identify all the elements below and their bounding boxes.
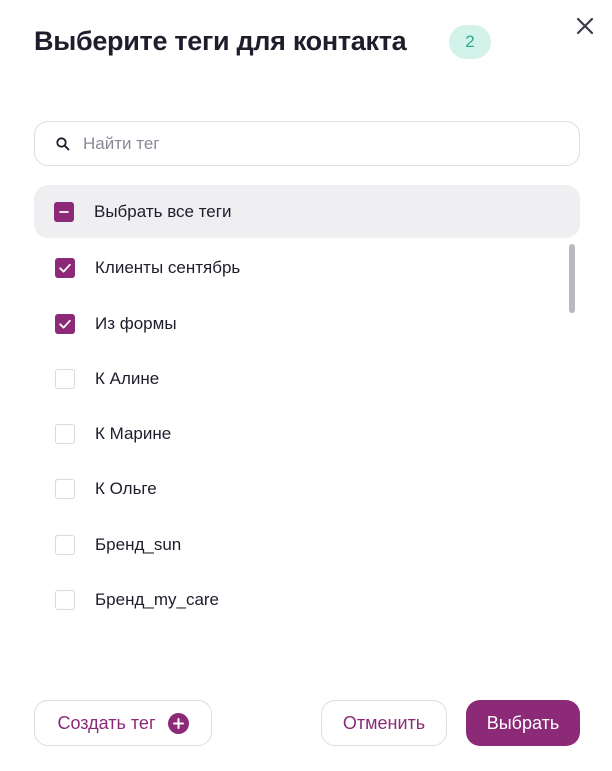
create-tag-button[interactable]: Создать тег: [34, 700, 212, 746]
tag-label: К Алине: [95, 369, 160, 388]
tag-checkbox[interactable]: [55, 479, 75, 499]
close-button[interactable]: [573, 14, 597, 38]
modal-title: Выберите теги для контакта: [34, 26, 407, 56]
tag-item[interactable]: Из формы: [55, 309, 177, 339]
tag-item[interactable]: К Ольге: [55, 474, 157, 504]
search-input[interactable]: [83, 133, 579, 154]
tag-checkbox[interactable]: [55, 369, 75, 389]
tag-list: Клиенты сентябрь Из формы К Алине К Мари…: [0, 240, 612, 640]
tag-label: Из формы: [95, 314, 177, 333]
create-tag-label: Создать тег: [57, 712, 156, 733]
close-icon[interactable]: [573, 14, 597, 38]
minus-icon: [59, 210, 69, 213]
tag-list-scrollbar[interactable]: [569, 244, 575, 313]
select-all-row[interactable]: Выбрать все теги: [34, 185, 580, 238]
tag-item[interactable]: Бренд_my_care: [55, 585, 219, 615]
tag-checkbox[interactable]: [55, 314, 75, 334]
tag-label: К Марине: [95, 424, 172, 443]
submit-button[interactable]: Выбрать: [466, 700, 580, 746]
cancel-button[interactable]: Отменить: [321, 700, 447, 746]
tag-label: К Ольге: [95, 479, 157, 498]
tag-item[interactable]: Клиенты сентябрь: [55, 253, 240, 283]
select-all-checkbox[interactable]: [54, 201, 74, 222]
check-icon: [59, 263, 71, 273]
search-field[interactable]: [34, 121, 580, 166]
search-icon: [55, 136, 71, 152]
check-icon: [59, 319, 71, 329]
tag-label: Клиенты сентябрь: [95, 258, 241, 277]
tag-item[interactable]: Бренд_sun: [55, 530, 181, 560]
tag-checkbox[interactable]: [55, 590, 75, 610]
tag-checkbox[interactable]: [55, 424, 75, 444]
tag-checkbox[interactable]: [55, 535, 75, 555]
tag-label: Бренд_sun: [95, 535, 182, 554]
selected-count-badge: 2: [449, 25, 491, 59]
tag-item[interactable]: К Алине: [55, 364, 159, 394]
plus-circle-icon: [167, 712, 189, 734]
tag-checkbox[interactable]: [55, 258, 75, 278]
select-all-label: Выбрать все теги: [94, 201, 232, 221]
tag-item[interactable]: К Марине: [55, 419, 171, 449]
tag-label: Бренд_my_care: [95, 590, 220, 609]
tag-select-modal: Выберите теги для контакта 2 Выбрать все…: [0, 0, 612, 771]
